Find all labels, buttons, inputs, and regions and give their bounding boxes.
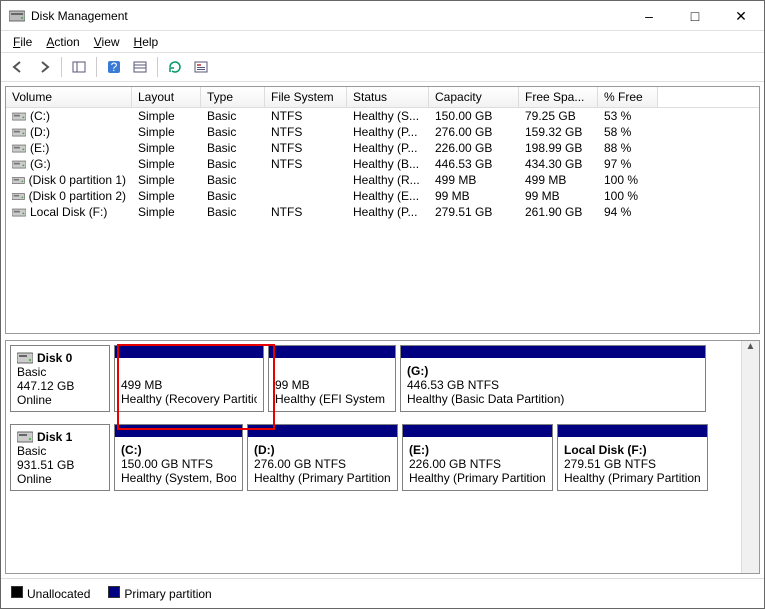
partition[interactable]: (D:)276.00 GB NTFSHealthy (Primary Parti… [247,424,398,491]
minimize-button[interactable]: – [626,1,672,31]
disk-row: Disk 1Basic931.51 GBOnline(C:)150.00 GB … [10,424,741,491]
disk-header[interactable]: Disk 0Basic447.12 GBOnline [10,345,110,412]
maximize-button[interactable]: □ [672,1,718,31]
partition[interactable]: (E:)226.00 GB NTFSHealthy (Primary Parti… [402,424,553,491]
show-hide-tree-button[interactable] [68,56,90,78]
col-free[interactable]: Free Spa... [519,87,598,107]
legend-primary: Primary partition [108,586,211,601]
scrollbar[interactable]: ▲ [741,341,759,573]
menu-help[interactable]: Help [128,33,165,51]
disk-header[interactable]: Disk 1Basic931.51 GBOnline [10,424,110,491]
partition[interactable]: (G:)446.53 GB NTFSHealthy (Basic Data Pa… [400,345,706,412]
col-pct[interactable]: % Free [598,87,658,107]
settings-list-button[interactable] [129,56,151,78]
svg-text:?: ? [111,60,118,74]
toolbar: ? [1,53,764,82]
volume-row[interactable]: (C:)SimpleBasicNTFSHealthy (S...150.00 G… [6,108,759,124]
titlebar[interactable]: Disk Management – □ ✕ [1,1,764,31]
window-title: Disk Management [31,9,128,23]
refresh-button[interactable] [164,56,186,78]
volume-rows: (C:)SimpleBasicNTFSHealthy (S...150.00 G… [6,108,759,333]
legend-unallocated: Unallocated [11,586,90,601]
help-button[interactable]: ? [103,56,125,78]
col-capacity[interactable]: Capacity [429,87,519,107]
partition[interactable]: Local Disk (F:)279.51 GB NTFSHealthy (Pr… [557,424,708,491]
properties-button[interactable] [190,56,212,78]
col-layout[interactable]: Layout [132,87,201,107]
app-icon [9,8,25,24]
volume-row[interactable]: Local Disk (F:)SimpleBasicNTFSHealthy (P… [6,204,759,220]
disks-container: Disk 0Basic447.12 GBOnline 499 MBHealthy… [10,345,741,569]
volume-row[interactable]: (D:)SimpleBasicNTFSHealthy (P...276.00 G… [6,124,759,140]
menubar: File Action View Help [1,31,764,53]
menu-action[interactable]: Action [40,33,85,51]
graphical-view: Disk 0Basic447.12 GBOnline 499 MBHealthy… [5,340,760,574]
disk-management-window: Disk Management – □ ✕ File Action View H… [0,0,765,609]
col-status[interactable]: Status [347,87,429,107]
col-type[interactable]: Type [201,87,265,107]
volume-row[interactable]: (Disk 0 partition 1)SimpleBasicHealthy (… [6,172,759,188]
column-headers[interactable]: Volume Layout Type File System Status Ca… [6,87,759,108]
back-button[interactable] [7,56,29,78]
volume-row[interactable]: (Disk 0 partition 2)SimpleBasicHealthy (… [6,188,759,204]
menu-view[interactable]: View [88,33,126,51]
close-button[interactable]: ✕ [718,1,764,31]
forward-button[interactable] [33,56,55,78]
legend: Unallocated Primary partition [1,578,764,608]
disk-row: Disk 0Basic447.12 GBOnline 499 MBHealthy… [10,345,741,412]
volume-list[interactable]: Volume Layout Type File System Status Ca… [5,86,760,334]
menu-file[interactable]: File [7,33,38,51]
volume-row[interactable]: (G:)SimpleBasicNTFSHealthy (B...446.53 G… [6,156,759,172]
col-fs[interactable]: File System [265,87,347,107]
volume-row[interactable]: (E:)SimpleBasicNTFSHealthy (P...226.00 G… [6,140,759,156]
partition[interactable]: 499 MBHealthy (Recovery Partition) [114,345,264,412]
content-area: Volume Layout Type File System Status Ca… [1,82,764,578]
col-volume[interactable]: Volume [6,87,132,107]
scroll-up-icon[interactable]: ▲ [742,341,759,359]
partition[interactable]: (C:)150.00 GB NTFSHealthy (System, Boot,… [114,424,243,491]
partition[interactable]: 99 MBHealthy (EFI System Partition) [268,345,396,412]
